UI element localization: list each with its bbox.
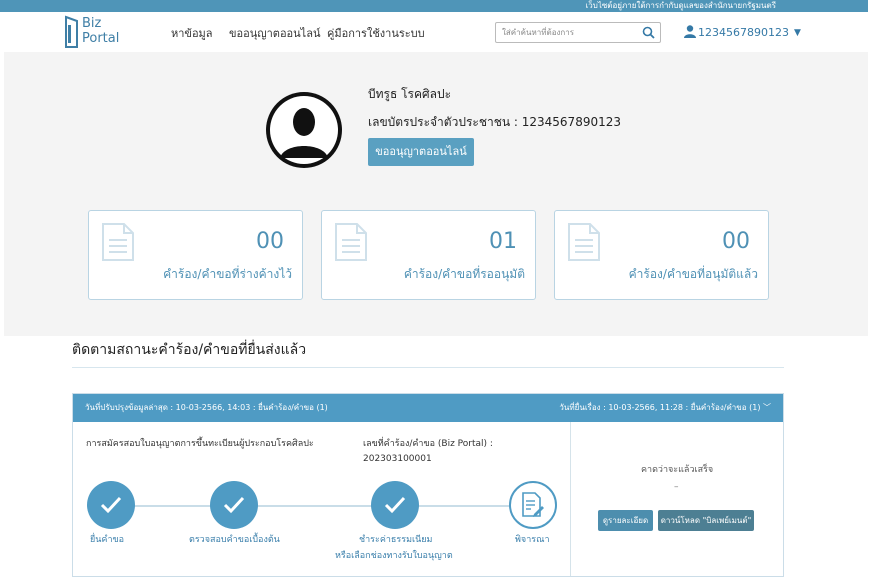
section-divider	[72, 367, 784, 368]
request-panel: วันที่ปรับปรุงข้อมูลล่าสุด : 10-03-2566,…	[72, 393, 784, 577]
card-count: 00	[256, 229, 284, 254]
document-icon	[568, 223, 600, 261]
last-update-text: วันที่ปรับปรุงข้อมูลล่าสุด : 10-03-2566,…	[85, 403, 328, 412]
profile-id-line: เลขบัตรประจำตัวประชาชน : 1234567890123	[368, 113, 621, 132]
request-no: 202303100001	[363, 454, 432, 464]
avatar	[266, 92, 342, 168]
request-no-label: เลขที่คำร้อง/คำขอ (Biz Portal) :	[363, 439, 493, 449]
id-value: 1234567890123	[521, 115, 622, 129]
section-title: ติดตามสถานะคำร้อง/คำขอที่ยื่นส่งแล้ว	[72, 342, 307, 358]
download-bill-button[interactable]: ดาวน์โหลด "บิลเพย์เมนต์"	[658, 510, 754, 531]
profile-name: บีทรูธ โรคศิลปะ	[368, 87, 452, 101]
submit-date-toggle[interactable]: วันที่ยื่นเรื่อง : 10-03-2566, 11:28 : ย…	[559, 394, 771, 422]
card-label: คำร้อง/คำขอที่รออนุมัติ	[403, 267, 525, 281]
check-icon	[223, 496, 245, 514]
step-review	[509, 481, 557, 529]
panel-divider	[570, 422, 571, 576]
user-id: 1234567890123	[698, 26, 789, 39]
step-label-review: พิจารณา	[515, 535, 550, 545]
document-edit-icon	[522, 492, 544, 517]
card-pending[interactable]: 01 คำร้อง/คำขอที่รออนุมัติ	[321, 210, 536, 300]
profile-section: บีทรูธ โรคศิลปะ เลขบัตรประจำตัวประชาชน :…	[4, 52, 868, 336]
progress-line	[109, 505, 529, 507]
step-label-payment-1: ชำระค่าธรรมเนียม	[359, 535, 433, 545]
person-silhouette-icon	[270, 96, 338, 164]
step-label-submit: ยื่นคำขอ	[90, 535, 125, 545]
submit-date-text: วันที่ยื่นเรื่อง : 10-03-2566, 11:28 : ย…	[559, 403, 761, 412]
header: Biz Portal หาข้อมูล ขออนุญาตออนไลน์ คู่ม…	[0, 12, 868, 52]
top-banner: เว็บไซต์อยู่ภายใต้การกำกับดูแลของสำนักนา…	[0, 0, 868, 12]
document-icon	[102, 223, 134, 261]
logo-mark-icon	[65, 15, 78, 48]
search-input[interactable]	[496, 23, 636, 42]
card-draft[interactable]: 00 คำร้อง/คำขอที่ร่างค้างไว้	[88, 210, 303, 300]
panel-header: วันที่ปรับปรุงข้อมูลล่าสุด : 10-03-2566,…	[73, 394, 783, 422]
id-label: เลขบัตรประจำตัวประชาชน :	[368, 115, 518, 129]
online-permit-button[interactable]: ขออนุญาตออนไลน์	[368, 138, 474, 166]
user-menu[interactable]: 1234567890123 ▼	[684, 25, 801, 39]
search-box	[495, 22, 661, 43]
expected-completion-value: –	[674, 482, 679, 492]
step-payment	[371, 481, 419, 529]
chevron-down-icon: ﹀	[763, 403, 771, 412]
step-initial-check	[210, 481, 258, 529]
step-label-initial-check: ตรวจสอบคำขอเบื้องต้น	[189, 535, 280, 545]
nav-find-info[interactable]: หาข้อมูล	[171, 24, 213, 42]
logo-text-portal: Portal	[82, 31, 120, 46]
card-label: คำร้อง/คำขอที่อนุมัติแล้ว	[628, 267, 758, 281]
card-count: 00	[722, 229, 750, 254]
document-icon	[335, 223, 367, 261]
step-label-payment-2: หรือเลือกช่องทางรับใบอนุญาต	[335, 551, 453, 561]
check-icon	[100, 496, 122, 514]
user-icon	[684, 25, 696, 38]
view-details-button[interactable]: ดูรายละเอียด	[598, 510, 653, 531]
caret-down-icon: ▼	[793, 28, 801, 38]
expected-completion-label: คาดว่าจะแล้วเสร็จ	[641, 465, 714, 475]
step-submit	[87, 481, 135, 529]
nav-online-permit[interactable]: ขออนุญาตออนไลน์	[229, 24, 320, 42]
search-icon[interactable]	[642, 26, 655, 39]
banner-text: เว็บไซต์อยู่ภายใต้การกำกับดูแลของสำนักนา…	[585, 1, 776, 10]
card-count: 01	[489, 229, 517, 254]
logo-text-biz: Biz	[82, 16, 102, 31]
check-icon	[384, 496, 406, 514]
card-label: คำร้อง/คำขอที่ร่างค้างไว้	[163, 267, 292, 281]
nav-user-manual[interactable]: คู่มือการใช้งานระบบ	[327, 24, 425, 42]
card-approved[interactable]: 00 คำร้อง/คำขอที่อนุมัติแล้ว	[554, 210, 769, 300]
logo[interactable]: Biz Portal	[65, 15, 127, 49]
request-title: การสมัครสอบใบอนุญาตการขึ้นทะเบียนผู้ประก…	[86, 439, 314, 449]
